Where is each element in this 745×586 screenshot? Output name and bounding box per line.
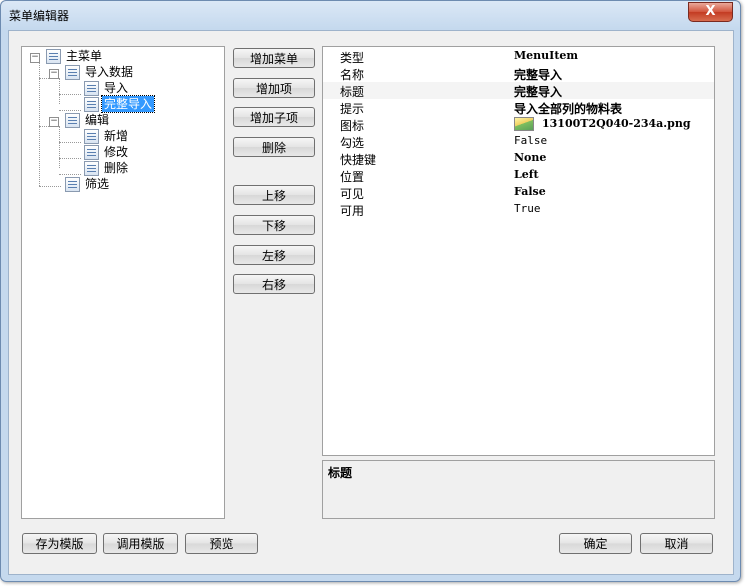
save-template-button[interactable]: 存为模版: [22, 533, 97, 554]
property-value: 13100T2Q040-234a.png: [514, 117, 691, 131]
menu-node-icon: [65, 65, 80, 80]
property-row[interactable]: 图标 13100T2Q040-234a.png: [323, 116, 714, 133]
load-template-button[interactable]: 调用模版: [103, 533, 178, 554]
tree-node-label: 导入数据: [85, 65, 134, 79]
property-row[interactable]: 提示 导入全部列的物料表: [323, 99, 714, 116]
cancel-button[interactable]: 取消: [640, 533, 713, 554]
property-value: 完整导入: [514, 68, 563, 82]
property-key: 可用: [340, 204, 365, 218]
property-row[interactable]: 快捷键 None: [323, 150, 714, 167]
menu-item-icon: [84, 97, 99, 112]
property-row[interactable]: 名称 完整导入: [323, 65, 714, 82]
add-subitem-button[interactable]: 增加子项: [233, 107, 315, 127]
property-value: False: [514, 134, 548, 147]
property-row[interactable]: 位置 Left: [323, 167, 714, 184]
delete-button[interactable]: 删除: [233, 137, 315, 157]
tree-node-label: 修改: [104, 145, 129, 159]
window-title: 菜单编辑器: [9, 9, 70, 23]
property-grid[interactable]: 类型 MenuItem 名称 完整导入 标题 完整导入 提示 导入全部列的物料表…: [322, 46, 715, 456]
property-key: 勾选: [340, 136, 365, 150]
property-key: 位置: [340, 170, 365, 184]
property-key: 类型: [340, 51, 365, 65]
collapse-toggle-icon[interactable]: −: [49, 69, 59, 79]
property-row[interactable]: 勾选 False: [323, 133, 714, 150]
move-up-button[interactable]: 上移: [233, 185, 315, 205]
property-value: 导入全部列的物料表: [514, 102, 623, 116]
tree-connector: [59, 94, 81, 95]
property-key: 提示: [340, 102, 365, 116]
tree-connector: [59, 78, 60, 104]
tree-node-label-selected: 完整导入: [100, 95, 156, 113]
menu-node-icon: [46, 49, 61, 64]
tree-connector: [39, 126, 49, 127]
property-value: False: [514, 185, 546, 198]
menu-tree[interactable]: − 主菜单 − 导入数据 导入 完整导入 − 编辑 新增 修改 删除 筛选: [21, 46, 225, 519]
tree-connector: [39, 186, 61, 187]
tree-connector: [59, 158, 81, 159]
property-value: MenuItem: [514, 49, 579, 62]
icon-filename: 13100T2Q040-234a.png: [542, 117, 691, 130]
tree-connector: [59, 126, 60, 168]
tree-connector: [59, 110, 81, 111]
property-key: 可见: [340, 187, 365, 201]
move-right-button[interactable]: 右移: [233, 274, 315, 294]
property-key: 快捷键: [340, 153, 377, 167]
property-row[interactable]: 类型 MenuItem: [323, 48, 714, 65]
menu-node-icon: [65, 177, 80, 192]
move-down-button[interactable]: 下移: [233, 215, 315, 235]
property-row-selected[interactable]: 标题 完整导入: [323, 82, 714, 99]
tree-node-label: 删除: [104, 161, 129, 175]
property-value: True: [514, 202, 541, 215]
tree-connector: [39, 62, 40, 186]
add-item-button[interactable]: 增加项: [233, 78, 315, 98]
title-bar[interactable]: 菜单编辑器 X: [1, 1, 740, 29]
menu-item-icon: [84, 129, 99, 144]
preview-button[interactable]: 预览: [185, 533, 258, 554]
tree-node-label: 新增: [104, 129, 129, 143]
add-menu-button[interactable]: 增加菜单: [233, 48, 315, 68]
ok-button[interactable]: 确定: [559, 533, 632, 554]
tree-node-label: 导入: [104, 81, 129, 95]
property-value: Left: [514, 168, 539, 181]
tree-connector: [59, 174, 81, 175]
description-title: 标题: [328, 466, 353, 480]
property-description: 标题: [322, 460, 715, 519]
property-value: 完整导入: [514, 85, 563, 99]
menu-item-icon: [84, 145, 99, 160]
property-key: 标题: [340, 85, 365, 99]
menu-node-icon: [65, 113, 80, 128]
menu-editor-window: 菜单编辑器 X − 主菜单 − 导入数据 导入 完整导入 − 编辑 新增 修改 …: [0, 0, 741, 582]
image-icon: [514, 117, 534, 131]
tree-node-label: 编辑: [85, 113, 110, 127]
menu-item-icon: [84, 81, 99, 96]
dialog-body: − 主菜单 − 导入数据 导入 完整导入 − 编辑 新增 修改 删除 筛选 增加…: [8, 30, 734, 575]
property-value: None: [514, 151, 547, 164]
property-row[interactable]: 可见 False: [323, 184, 714, 201]
tree-connector: [59, 142, 81, 143]
menu-item-icon: [84, 161, 99, 176]
collapse-toggle-icon[interactable]: −: [49, 117, 59, 127]
move-left-button[interactable]: 左移: [233, 245, 315, 265]
close-button[interactable]: X: [688, 2, 733, 22]
property-row[interactable]: 可用 True: [323, 201, 714, 218]
tree-connector: [39, 78, 49, 79]
property-key: 名称: [340, 68, 365, 82]
property-key: 图标: [340, 119, 365, 133]
collapse-toggle-icon[interactable]: −: [30, 53, 40, 63]
tree-node-label: 主菜单: [66, 49, 103, 63]
tree-node-label: 筛选: [85, 177, 110, 191]
